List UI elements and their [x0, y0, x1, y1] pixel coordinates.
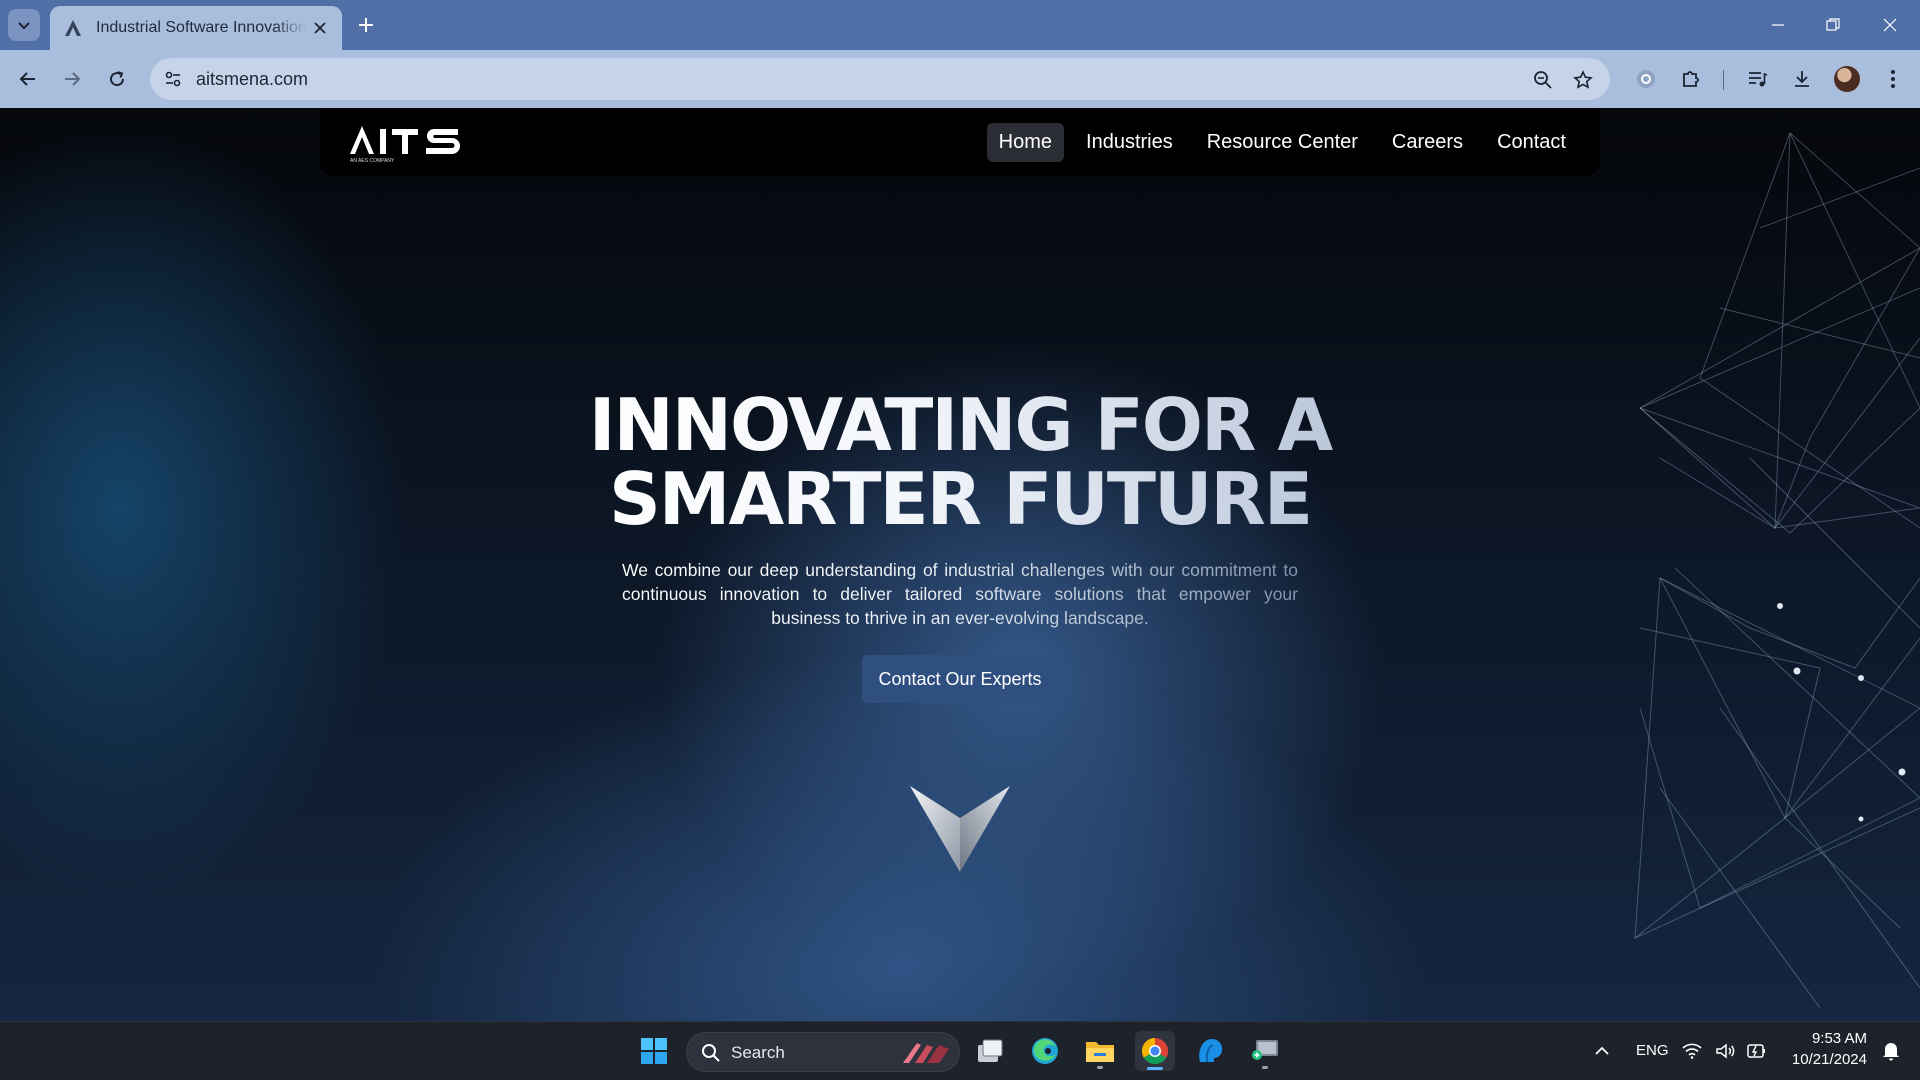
file-explorer-icon[interactable] [1080, 1031, 1120, 1071]
restore-icon[interactable] [1813, 10, 1853, 40]
network-graphic [1634, 132, 1920, 1009]
toolbar-separator [1723, 70, 1724, 90]
nav-careers[interactable]: Careers [1380, 123, 1475, 162]
media-icon[interactable] [1742, 64, 1772, 94]
zoom-icon[interactable] [1530, 67, 1556, 93]
search-placeholder: Search [731, 1043, 785, 1062]
nav-home[interactable]: Home [986, 123, 1065, 162]
close-icon[interactable] [310, 18, 330, 38]
running-indicator [1262, 1066, 1268, 1069]
site-navbar: AN AES COMPANY Home Industries Resource … [320, 108, 1600, 176]
search-icon [701, 1043, 721, 1068]
running-indicator [1097, 1066, 1103, 1069]
avatar[interactable] [1834, 66, 1860, 92]
minimize-icon[interactable] [1758, 10, 1798, 40]
hero-title: INNOVATING FOR A SMARTER FUTURE [560, 388, 1360, 536]
taskbar-search[interactable]: Search [686, 1032, 960, 1072]
site-nav-links: Home Industries Resource Center Careers … [986, 123, 1578, 162]
browser-toolbar: aitsmena.com [0, 50, 1920, 108]
nav-industries[interactable]: Industries [1074, 123, 1185, 162]
task-view-icon[interactable] [970, 1031, 1010, 1071]
back-icon[interactable] [12, 63, 44, 95]
language-indicator[interactable]: ENG [1636, 1042, 1669, 1059]
battery-icon[interactable] [1742, 1031, 1772, 1071]
kebab-menu-icon[interactable] [1878, 64, 1908, 94]
site-info-icon[interactable] [160, 66, 186, 92]
site-favicon [62, 17, 84, 39]
chrome-icon[interactable] [1135, 1031, 1175, 1071]
tab-title: Industrial Software Innovation | [96, 19, 306, 36]
extension-circle-icon[interactable] [1631, 64, 1661, 94]
window-close-icon[interactable] [1870, 10, 1910, 40]
reload-icon[interactable] [101, 63, 133, 95]
nav-resource-center[interactable]: Resource Center [1195, 123, 1370, 162]
active-indicator [1147, 1067, 1163, 1070]
browser-tab-bar: Industrial Software Innovation | [0, 0, 1920, 50]
browser-tab[interactable]: Industrial Software Innovation | [50, 6, 342, 50]
windows-taskbar: Search ENG 9:53 AM 10/21/2024 [0, 1021, 1920, 1080]
contact-experts-button[interactable]: Contact Our Experts [862, 655, 1058, 703]
scroll-down-arrow-icon[interactable] [908, 784, 1012, 874]
puzzle-icon[interactable] [1676, 64, 1706, 94]
address-bar[interactable]: aitsmena.com [150, 58, 1610, 100]
hero-title-line-2: SMARTER FUTURE [608, 457, 1312, 541]
download-icon[interactable] [1787, 64, 1817, 94]
wifi-icon[interactable] [1677, 1031, 1707, 1071]
windows-start-icon[interactable] [634, 1031, 674, 1071]
url-text[interactable]: aitsmena.com [196, 69, 308, 90]
plus-icon[interactable] [352, 11, 380, 39]
nav-contact[interactable]: Contact [1485, 123, 1578, 162]
tab-list-icon[interactable] [8, 9, 40, 41]
edge-icon[interactable] [1025, 1031, 1065, 1071]
clock-time[interactable]: 9:53 AM [1802, 1030, 1867, 1047]
bell-icon[interactable] [1876, 1031, 1906, 1071]
volume-icon[interactable] [1710, 1031, 1740, 1071]
clock-date[interactable]: 10/21/2024 [1785, 1051, 1867, 1068]
chevron-up-icon[interactable] [1582, 1031, 1622, 1071]
star-icon[interactable] [1570, 67, 1596, 93]
web-page: AN AES COMPANY Home Industries Resource … [0, 108, 1920, 1021]
hero-title-line-1: INNOVATING FOR A [588, 383, 1332, 467]
hero-subtitle: We combine our deep understanding of ind… [622, 560, 1298, 628]
search-highlight-icon [899, 1041, 953, 1070]
aits-logo[interactable]: AN AES COMPANY [348, 120, 468, 164]
forward-icon[interactable] [56, 63, 88, 95]
app-icon[interactable] [1190, 1031, 1230, 1071]
svg-text:AN AES COMPANY: AN AES COMPANY [350, 158, 395, 164]
app-remote-icon[interactable] [1245, 1031, 1285, 1071]
